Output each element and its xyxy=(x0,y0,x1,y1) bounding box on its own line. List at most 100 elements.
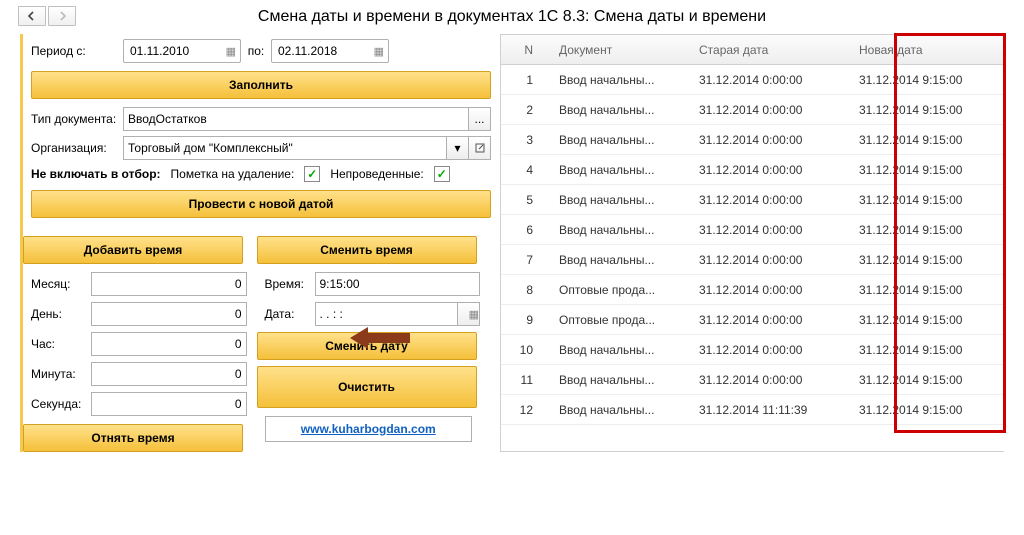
mark-delete-label: Пометка на удаление: xyxy=(171,167,295,181)
org-select[interactable]: Торговый дом "Комплексный" xyxy=(123,136,447,160)
table-row[interactable]: 2Ввод начальны...31.12.2014 0:00:0031.12… xyxy=(501,95,1004,125)
cell-n: 10 xyxy=(501,343,551,357)
arrow-right-icon xyxy=(57,11,67,21)
arrow-left-icon xyxy=(27,11,37,21)
cell-new: 31.12.2014 9:15:00 xyxy=(851,253,1004,267)
table-row[interactable]: 5Ввод начальны...31.12.2014 0:00:0031.12… xyxy=(501,185,1004,215)
table-row[interactable]: 10Ввод начальны...31.12.2014 0:00:0031.1… xyxy=(501,335,1004,365)
cell-doc: Оптовые прода... xyxy=(551,313,691,327)
minute-input[interactable]: 0 xyxy=(91,362,247,386)
table-row[interactable]: 12Ввод начальны...31.12.2014 11:11:3931.… xyxy=(501,395,1004,425)
exclude-label: Не включать в отбор: xyxy=(31,167,161,181)
date-input[interactable]: . . : : xyxy=(315,302,459,326)
nav-forward-button[interactable] xyxy=(48,6,76,26)
col-n[interactable]: N xyxy=(501,43,551,57)
table-row[interactable]: 11Ввод начальны...31.12.2014 0:00:0031.1… xyxy=(501,365,1004,395)
cell-n: 2 xyxy=(501,103,551,117)
table-row[interactable]: 1Ввод начальны...31.12.2014 0:00:0031.12… xyxy=(501,65,1004,95)
cell-doc: Ввод начальны... xyxy=(551,163,691,177)
cell-doc: Ввод начальны... xyxy=(551,373,691,387)
cell-new: 31.12.2014 9:15:00 xyxy=(851,163,1004,177)
table-row[interactable]: 9Оптовые прода...31.12.2014 0:00:0031.12… xyxy=(501,305,1004,335)
col-doc[interactable]: Документ xyxy=(551,43,691,57)
cell-new: 31.12.2014 9:15:00 xyxy=(851,283,1004,297)
minute-label: Минута: xyxy=(31,367,91,381)
table-row[interactable]: 6Ввод начальны...31.12.2014 0:00:0031.12… xyxy=(501,215,1004,245)
table-header: N Документ Старая дата Новая дата xyxy=(501,35,1004,65)
table-row[interactable]: 3Ввод начальны...31.12.2014 0:00:0031.12… xyxy=(501,125,1004,155)
cell-new: 31.12.2014 9:15:00 xyxy=(851,313,1004,327)
month-input[interactable]: 0 xyxy=(91,272,247,296)
change-time-button[interactable]: Сменить время xyxy=(257,236,477,264)
table-row[interactable]: 7Ввод начальны...31.12.2014 0:00:0031.12… xyxy=(501,245,1004,275)
cell-new: 31.12.2014 9:15:00 xyxy=(851,73,1004,87)
cell-old: 31.12.2014 0:00:00 xyxy=(691,373,851,387)
calendar-icon: ▦ xyxy=(469,308,479,321)
calendar-icon[interactable]: ▦ xyxy=(226,45,236,58)
page-title: Смена даты и времени в документах 1С 8.3… xyxy=(0,0,1024,34)
cell-old: 31.12.2014 0:00:00 xyxy=(691,343,851,357)
cell-doc: Ввод начальны... xyxy=(551,253,691,267)
cell-n: 1 xyxy=(501,73,551,87)
cell-old: 31.12.2014 0:00:00 xyxy=(691,223,851,237)
time-input[interactable]: 9:15:00 xyxy=(315,272,481,296)
subtract-time-button[interactable]: Отнять время xyxy=(23,424,243,452)
fill-button[interactable]: Заполнить xyxy=(31,71,491,99)
cell-new: 31.12.2014 9:15:00 xyxy=(851,133,1004,147)
table-row[interactable]: 4Ввод начальны...31.12.2014 0:00:0031.12… xyxy=(501,155,1004,185)
unposted-label: Непроведенные: xyxy=(330,167,423,181)
cell-n: 7 xyxy=(501,253,551,267)
hour-input[interactable]: 0 xyxy=(91,332,247,356)
cell-old: 31.12.2014 0:00:00 xyxy=(691,73,851,87)
cell-new: 31.12.2014 9:15:00 xyxy=(851,403,1004,417)
cell-doc: Ввод начальны... xyxy=(551,73,691,87)
second-input[interactable]: 0 xyxy=(91,392,247,416)
time-label: Время: xyxy=(265,277,315,291)
cell-n: 12 xyxy=(501,403,551,417)
change-date-button[interactable]: Сменить дату xyxy=(257,332,477,360)
nav-back-button[interactable] xyxy=(18,6,46,26)
cell-old: 31.12.2014 0:00:00 xyxy=(691,163,851,177)
cell-old: 31.12.2014 11:11:39 xyxy=(691,403,851,417)
cell-n: 11 xyxy=(501,373,551,387)
period-to-input[interactable]: ▦ xyxy=(271,39,389,63)
cell-doc: Ввод начальны... xyxy=(551,403,691,417)
add-time-button[interactable]: Добавить время xyxy=(23,236,243,264)
cell-n: 5 xyxy=(501,193,551,207)
cell-n: 3 xyxy=(501,133,551,147)
date-label: Дата: xyxy=(265,307,315,321)
period-to-label: по: xyxy=(241,44,271,58)
table-row[interactable]: 8Оптовые прода...31.12.2014 0:00:0031.12… xyxy=(501,275,1004,305)
post-new-date-button[interactable]: Провести с новой датой xyxy=(31,190,491,218)
period-from-input[interactable]: ▦ xyxy=(123,39,241,63)
second-label: Секунда: xyxy=(31,397,91,411)
day-input[interactable]: 0 xyxy=(91,302,247,326)
cell-doc: Ввод начальны... xyxy=(551,133,691,147)
calendar-icon[interactable]: ▦ xyxy=(374,45,384,58)
cell-n: 6 xyxy=(501,223,551,237)
cell-new: 31.12.2014 9:15:00 xyxy=(851,193,1004,207)
col-old[interactable]: Старая дата xyxy=(691,43,851,57)
doc-type-label: Тип документа: xyxy=(31,112,123,126)
col-new[interactable]: Новая дата xyxy=(851,43,1004,57)
cell-doc: Ввод начальны... xyxy=(551,193,691,207)
date-calendar-button[interactable]: ▦ xyxy=(458,302,480,326)
mark-delete-checkbox[interactable]: ✓ xyxy=(304,166,320,182)
cell-doc: Ввод начальны... xyxy=(551,223,691,237)
cell-old: 31.12.2014 0:00:00 xyxy=(691,253,851,267)
doc-type-select[interactable]: ВводОстатков xyxy=(123,107,469,131)
unposted-checkbox[interactable]: ✓ xyxy=(434,166,450,182)
website-link[interactable]: www.kuharbogdan.com xyxy=(265,416,473,442)
cell-n: 8 xyxy=(501,283,551,297)
org-open-button[interactable] xyxy=(469,136,491,160)
cell-doc: Ввод начальны... xyxy=(551,343,691,357)
cell-new: 31.12.2014 9:15:00 xyxy=(851,103,1004,117)
org-label: Организация: xyxy=(31,141,123,155)
cell-old: 31.12.2014 0:00:00 xyxy=(691,283,851,297)
hour-label: Час: xyxy=(31,337,91,351)
cell-new: 31.12.2014 9:15:00 xyxy=(851,373,1004,387)
cell-old: 31.12.2014 0:00:00 xyxy=(691,103,851,117)
clear-button[interactable]: Очистить xyxy=(257,366,477,408)
org-dropdown-button[interactable]: ▾ xyxy=(447,136,469,160)
doc-type-ellipsis-button[interactable]: ... xyxy=(469,107,491,131)
